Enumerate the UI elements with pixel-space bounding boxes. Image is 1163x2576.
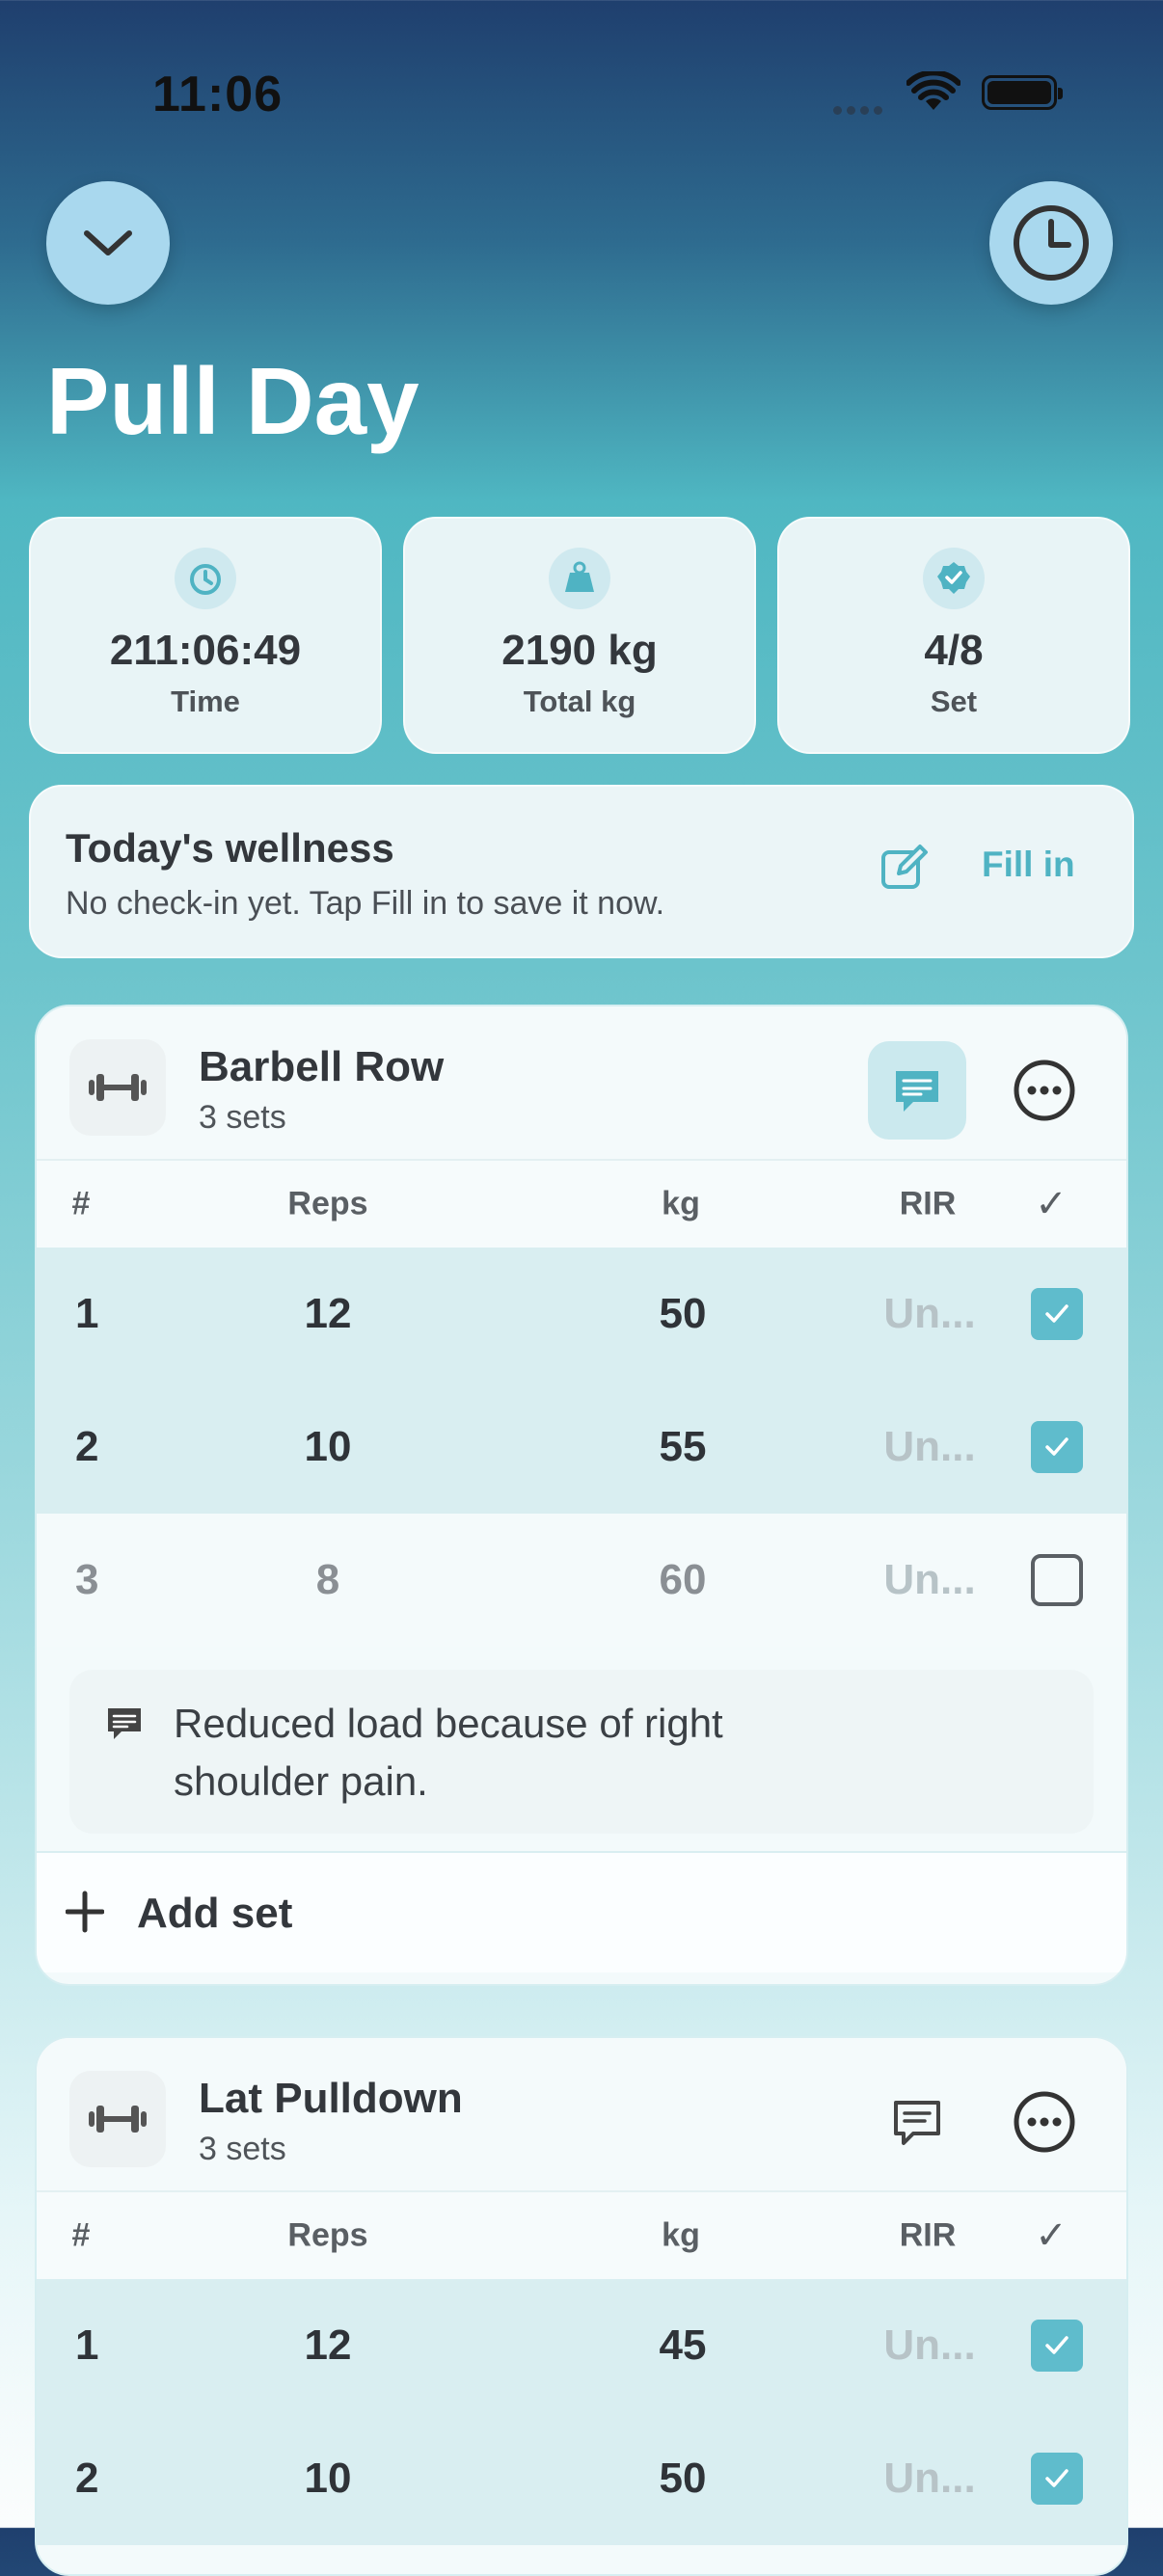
col-check: ✓ [1035, 2214, 1068, 2257]
checkmark-icon [1045, 1437, 1068, 1456]
set-number: 2 [75, 2455, 99, 2502]
collapse-button[interactable] [46, 181, 170, 305]
set-kg[interactable]: 50 [660, 1290, 707, 1338]
set-kg[interactable]: 50 [660, 2455, 707, 2503]
stat-time: 211:06:49 Time [29, 517, 382, 754]
cellular-icon [833, 102, 891, 115]
set-rir[interactable]: Un... [883, 2321, 975, 2370]
set-row: 2 10 50 Un... [37, 2412, 1126, 2545]
col-check: ✓ [1035, 1183, 1068, 1225]
comment-icon [896, 1071, 938, 1112]
more-icon [1014, 2091, 1075, 2153]
col-rir: RIR [899, 2216, 957, 2254]
more-options-button[interactable] [1013, 2090, 1076, 2159]
set-row: 1 12 45 Un... [37, 2279, 1126, 2412]
stat-value: 2190 kg [501, 627, 658, 674]
stat-value: 211:06:49 [109, 627, 302, 674]
plus-icon [66, 1891, 104, 1933]
note-button[interactable] [868, 1041, 966, 1140]
set-rir[interactable]: Un... [883, 1290, 975, 1338]
page-title: Pull Day [46, 348, 419, 454]
set-kg[interactable]: 55 [660, 1423, 707, 1471]
stat-label: Time [171, 684, 240, 718]
set-number: 3 [75, 1556, 99, 1603]
exercise-sets-count: 3 sets [199, 1099, 286, 1136]
status-time: 11:06 [152, 67, 284, 122]
set-rir[interactable]: Un... [883, 1556, 975, 1604]
set-kg[interactable]: 45 [660, 2321, 707, 2370]
more-icon [1014, 1060, 1075, 1121]
edit-icon[interactable] [878, 841, 932, 899]
stat-sets: 4/8 Set [777, 517, 1130, 754]
set-row: 2 10 55 Un... [37, 1381, 1126, 1514]
note-button[interactable] [868, 2073, 966, 2171]
set-reps[interactable]: 12 [305, 1290, 352, 1338]
fill-in-button[interactable]: Fill in [982, 845, 1075, 885]
col-number: # [71, 1185, 91, 1222]
weight-icon [549, 548, 610, 609]
col-reps: Reps [287, 2216, 368, 2254]
exercise-header: Barbell Row 3 sets [37, 1006, 1126, 1159]
set-rir[interactable]: Un... [883, 2455, 975, 2503]
set-row: 1 12 50 Un... [37, 1248, 1126, 1381]
set-checkbox[interactable] [1031, 1421, 1083, 1473]
stat-total-kg: 2190 kg Total kg [403, 517, 756, 754]
col-kg: kg [662, 1185, 700, 1222]
stat-label: Set [930, 684, 978, 718]
sets-table-header: # Reps kg RIR ✓ [37, 2190, 1126, 2279]
wellness-card: Today's wellness No check-in yet. Tap Fi… [29, 785, 1134, 958]
exercise-note[interactable]: Reduced load because of right shoulder p… [69, 1670, 1094, 1834]
exercise-sets-count: 3 sets [199, 2131, 286, 2167]
set-reps[interactable]: 10 [305, 1423, 352, 1471]
exercise-header: Lat Pulldown 3 sets [37, 2038, 1126, 2190]
add-set-button[interactable]: Add set [37, 1851, 1126, 1972]
checkmark-icon [1045, 2469, 1068, 2487]
dumbbell-icon [69, 1039, 166, 1136]
set-reps[interactable]: 12 [305, 2321, 352, 2370]
timer-icon [175, 548, 236, 609]
set-number: 1 [75, 1290, 99, 1337]
col-number: # [71, 2216, 91, 2254]
set-row: 3 8 60 Un... [37, 1514, 1126, 1647]
exercise-card: Lat Pulldown 3 sets # Reps kg RIR ✓ 1 12… [35, 2036, 1128, 2576]
set-reps[interactable]: 10 [305, 2455, 352, 2503]
set-checkbox[interactable] [1031, 2320, 1083, 2372]
note-text: Reduced load because of right shoulder p… [174, 1701, 723, 1804]
stat-value: 4/8 [924, 627, 984, 674]
set-checkbox[interactable] [1031, 2453, 1083, 2505]
exercise-card: Barbell Row 3 sets # Reps kg RIR ✓ 1 12 … [35, 1005, 1128, 1986]
set-checkbox[interactable] [1031, 1554, 1083, 1606]
set-kg[interactable]: 60 [660, 1556, 707, 1604]
set-number: 2 [75, 1423, 99, 1470]
col-kg: kg [662, 2216, 700, 2254]
checkmark-icon [1045, 2336, 1068, 2354]
battery-icon [982, 75, 1063, 110]
set-checkbox[interactable] [1031, 1288, 1083, 1340]
set-reps[interactable]: 8 [316, 1556, 339, 1604]
dumbbell-icon [69, 2071, 166, 2167]
wifi-icon [906, 69, 961, 119]
history-button[interactable] [989, 181, 1113, 305]
exercise-name[interactable]: Barbell Row [199, 1043, 444, 1091]
wellness-title: Today's wellness [66, 825, 394, 871]
comment-outline-icon [894, 2101, 940, 2145]
clock-icon [1014, 205, 1089, 281]
exercise-name[interactable]: Lat Pulldown [199, 2075, 463, 2123]
badge-check-icon [923, 548, 985, 609]
checkmark-icon [1045, 1304, 1068, 1323]
col-rir: RIR [899, 1185, 957, 1222]
add-set-label: Add set [137, 1890, 293, 1937]
set-number: 1 [75, 2321, 99, 2369]
wellness-subtitle: No check-in yet. Tap Fill in to save it … [66, 885, 665, 922]
stat-label: Total kg [523, 684, 636, 718]
chevron-down-icon [84, 230, 132, 255]
col-reps: Reps [287, 1185, 368, 1222]
more-options-button[interactable] [1013, 1059, 1076, 1127]
set-rir[interactable]: Un... [883, 1423, 975, 1471]
sets-table-header: # Reps kg RIR ✓ [37, 1159, 1126, 1248]
comment-icon [108, 1708, 141, 1739]
